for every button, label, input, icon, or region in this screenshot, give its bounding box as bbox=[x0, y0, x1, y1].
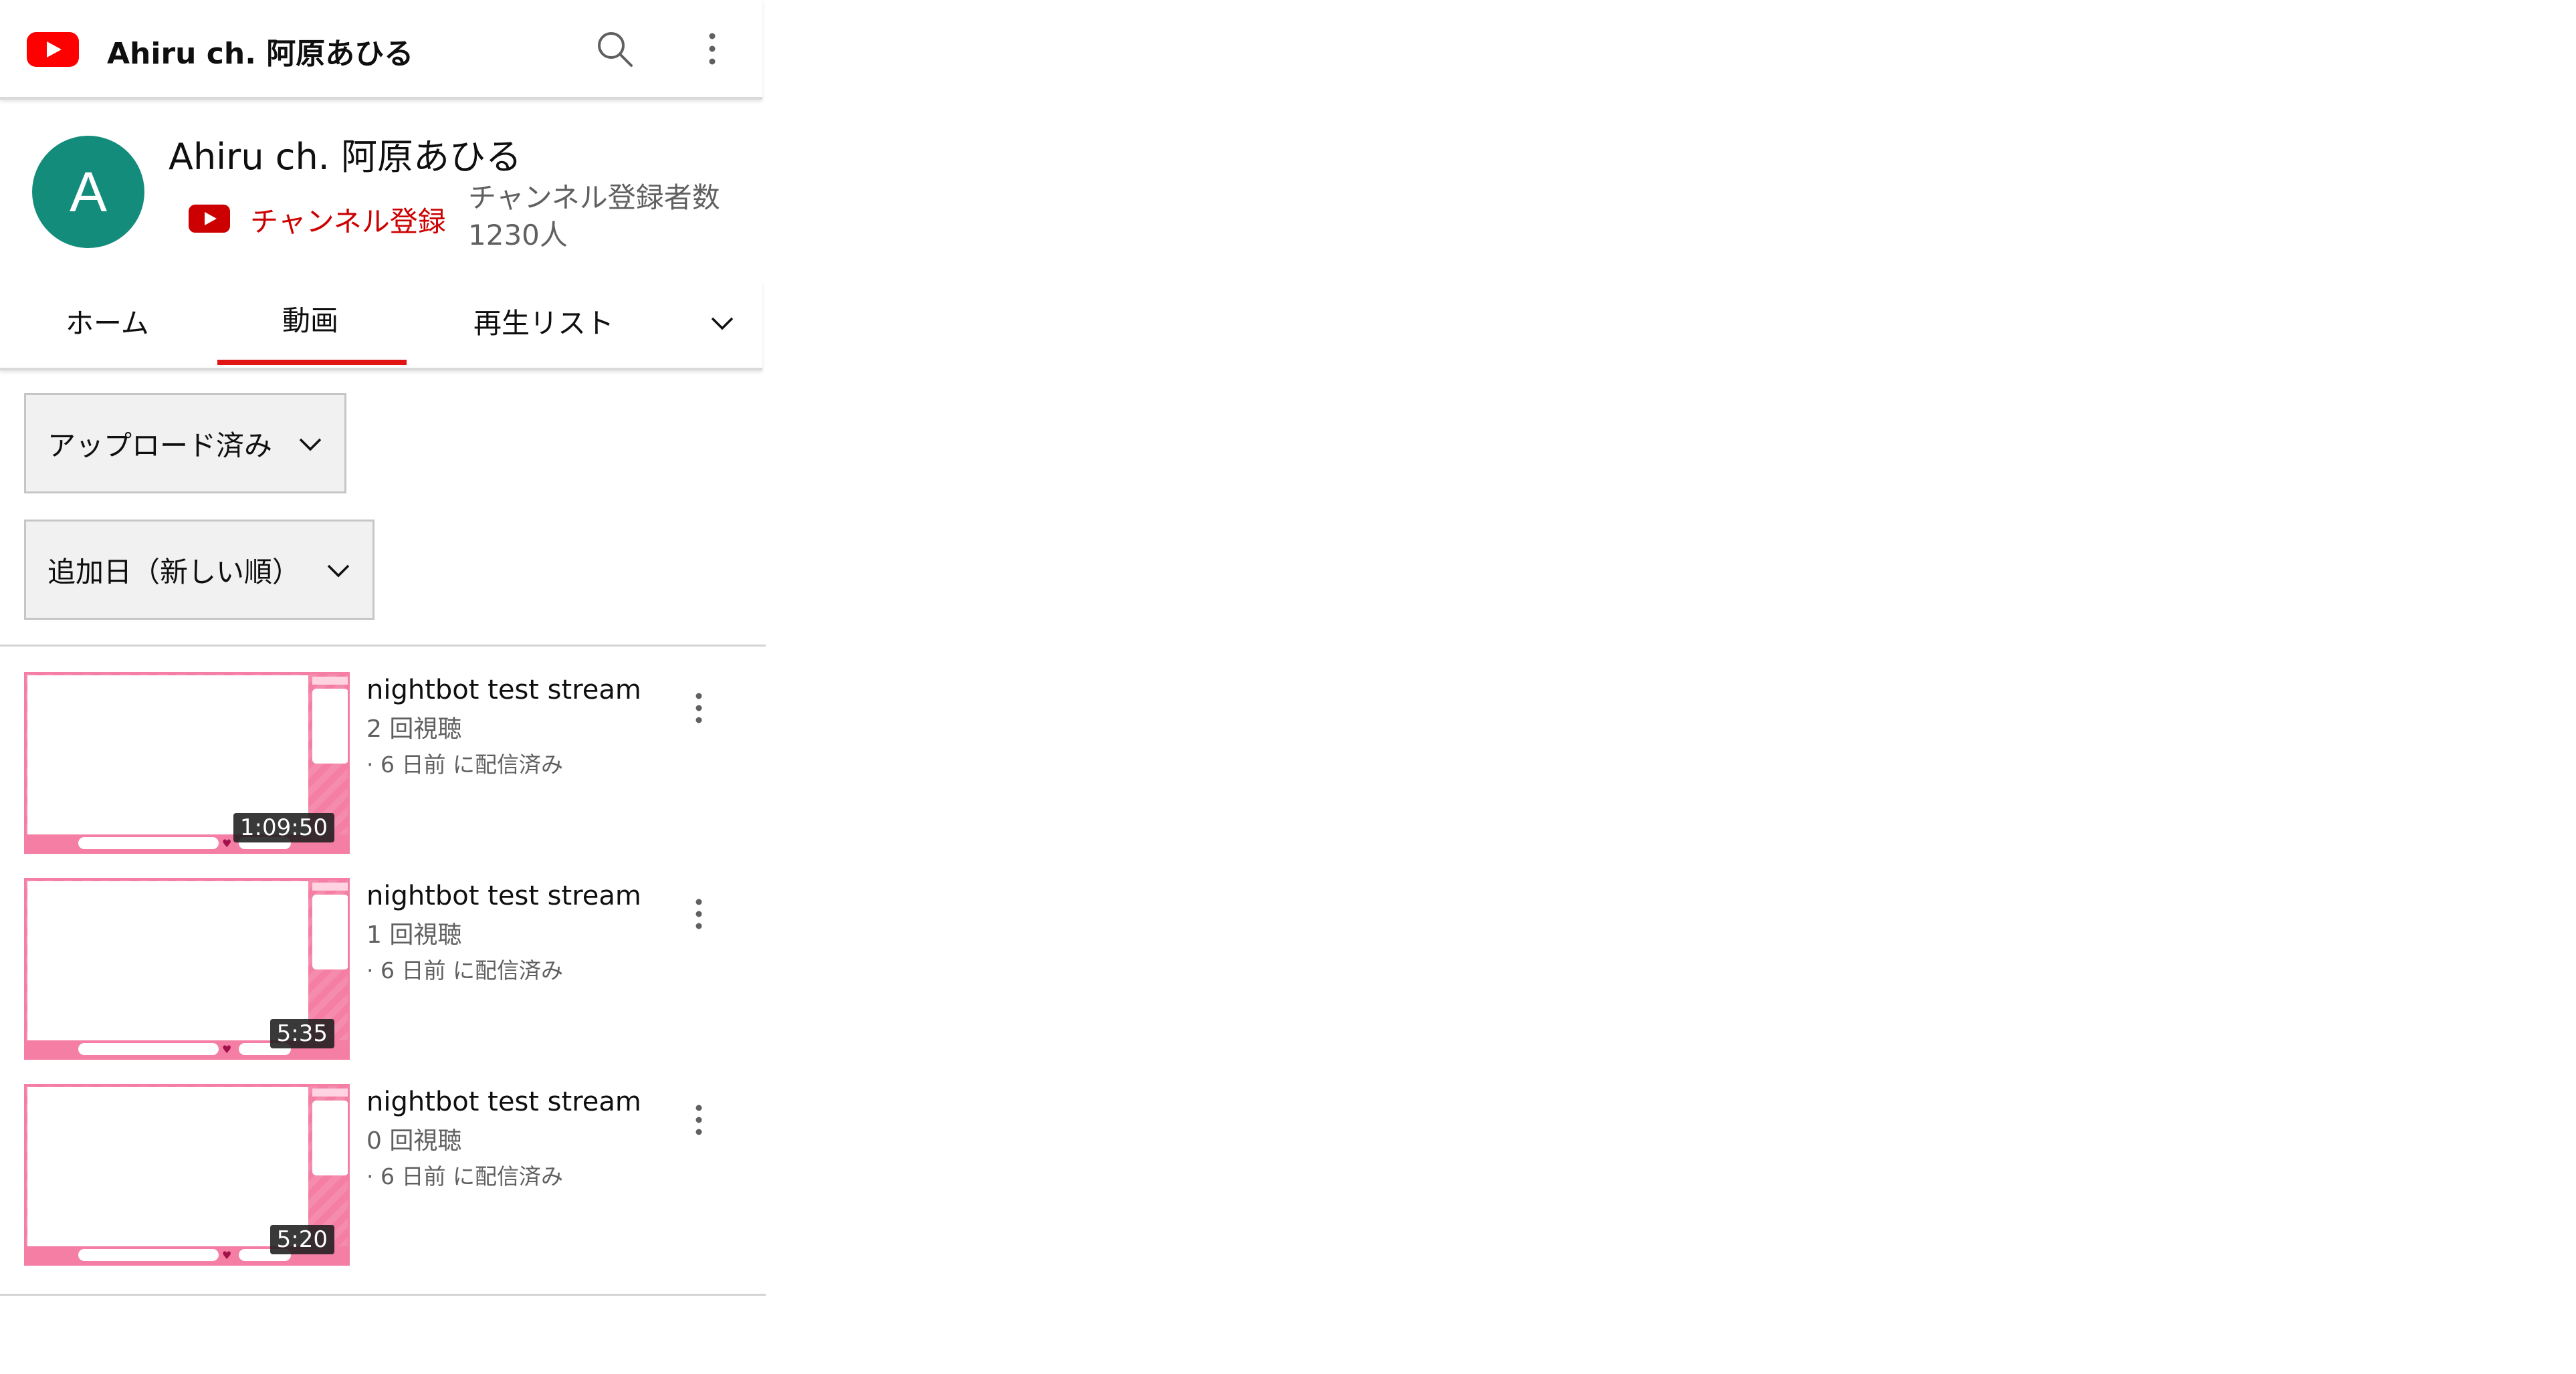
heart-icon: ♥ bbox=[222, 837, 232, 850]
sort-label: 追加日（新しい順） bbox=[47, 555, 301, 588]
video-thumbnail[interactable]: ♥ 5:35 bbox=[24, 878, 350, 1060]
channel-name: Ahiru ch. 阿原あひる bbox=[169, 136, 522, 178]
heart-icon: ♥ bbox=[222, 1249, 232, 1262]
video-duration: 5:20 bbox=[270, 1225, 334, 1254]
active-tab-indicator bbox=[217, 360, 407, 365]
video-list-item[interactable]: ♥ 5:20 nightbot test stream 0 回視聴 · 6 日前… bbox=[0, 1077, 762, 1271]
tab-playlists[interactable]: 再生リスト bbox=[473, 301, 614, 342]
video-thumbnail[interactable]: ♥ 1:09:50 bbox=[24, 672, 350, 854]
video-date: · 6 日前 に配信済み bbox=[366, 1163, 563, 1189]
subscriber-count: チャンネル登録者数 1230人 bbox=[468, 181, 720, 251]
search-icon[interactable] bbox=[595, 29, 634, 68]
video-views: 2 回視聴 bbox=[366, 715, 462, 743]
channel-tabs: ホーム 動画 再生リスト bbox=[0, 281, 762, 370]
video-date: · 6 日前 に配信済み bbox=[366, 752, 563, 778]
upload-filter-label: アップロード済み bbox=[47, 429, 273, 462]
youtube-channel-page: Ahiru ch. 阿原あひる A Ahiru ch. 阿原あひる チャンネル登… bbox=[0, 0, 766, 1374]
top-app-bar: Ahiru ch. 阿原あひる bbox=[0, 0, 762, 100]
more-vert-icon[interactable] bbox=[689, 1100, 709, 1140]
video-title[interactable]: nightbot test stream bbox=[366, 675, 641, 705]
more-vert-icon[interactable] bbox=[689, 688, 709, 728]
video-title[interactable]: nightbot test stream bbox=[366, 881, 641, 911]
video-title[interactable]: nightbot test stream bbox=[366, 1086, 641, 1117]
app-bar-title: Ahiru ch. 阿原あひる bbox=[107, 37, 414, 71]
video-views: 0 回視聴 bbox=[366, 1127, 462, 1155]
tab-videos[interactable]: 動画 bbox=[282, 298, 338, 339]
chevron-down-icon[interactable] bbox=[706, 306, 739, 340]
video-list-item[interactable]: ♥ 5:35 nightbot test stream 1 回視聴 · 6 日前… bbox=[0, 871, 762, 1065]
subscribe-button[interactable]: チャンネル登録 bbox=[250, 199, 446, 240]
youtube-logo-icon[interactable] bbox=[27, 32, 79, 67]
chevron-down-icon bbox=[299, 438, 322, 451]
chevron-down-icon bbox=[327, 564, 350, 578]
heart-icon: ♥ bbox=[222, 1043, 232, 1056]
channel-avatar[interactable]: A bbox=[32, 136, 144, 248]
youtube-subscribe-icon[interactable] bbox=[189, 205, 230, 233]
video-duration: 1:09:50 bbox=[233, 813, 334, 842]
divider bbox=[0, 645, 766, 647]
video-duration: 5:35 bbox=[270, 1019, 334, 1048]
more-vert-icon[interactable] bbox=[702, 29, 722, 68]
divider bbox=[0, 1294, 766, 1296]
video-date: · 6 日前 に配信済み bbox=[366, 957, 563, 984]
more-vert-icon[interactable] bbox=[689, 894, 709, 934]
sort-dropdown[interactable]: 追加日（新しい順） bbox=[24, 520, 374, 620]
video-thumbnail[interactable]: ♥ 5:20 bbox=[24, 1084, 350, 1266]
video-list-item[interactable]: ♥ 1:09:50 nightbot test stream 2 回視聴 · 6… bbox=[0, 665, 762, 859]
tab-home[interactable]: ホーム bbox=[66, 301, 149, 342]
video-views: 1 回視聴 bbox=[366, 921, 462, 949]
upload-filter-dropdown[interactable]: アップロード済み bbox=[24, 393, 346, 493]
